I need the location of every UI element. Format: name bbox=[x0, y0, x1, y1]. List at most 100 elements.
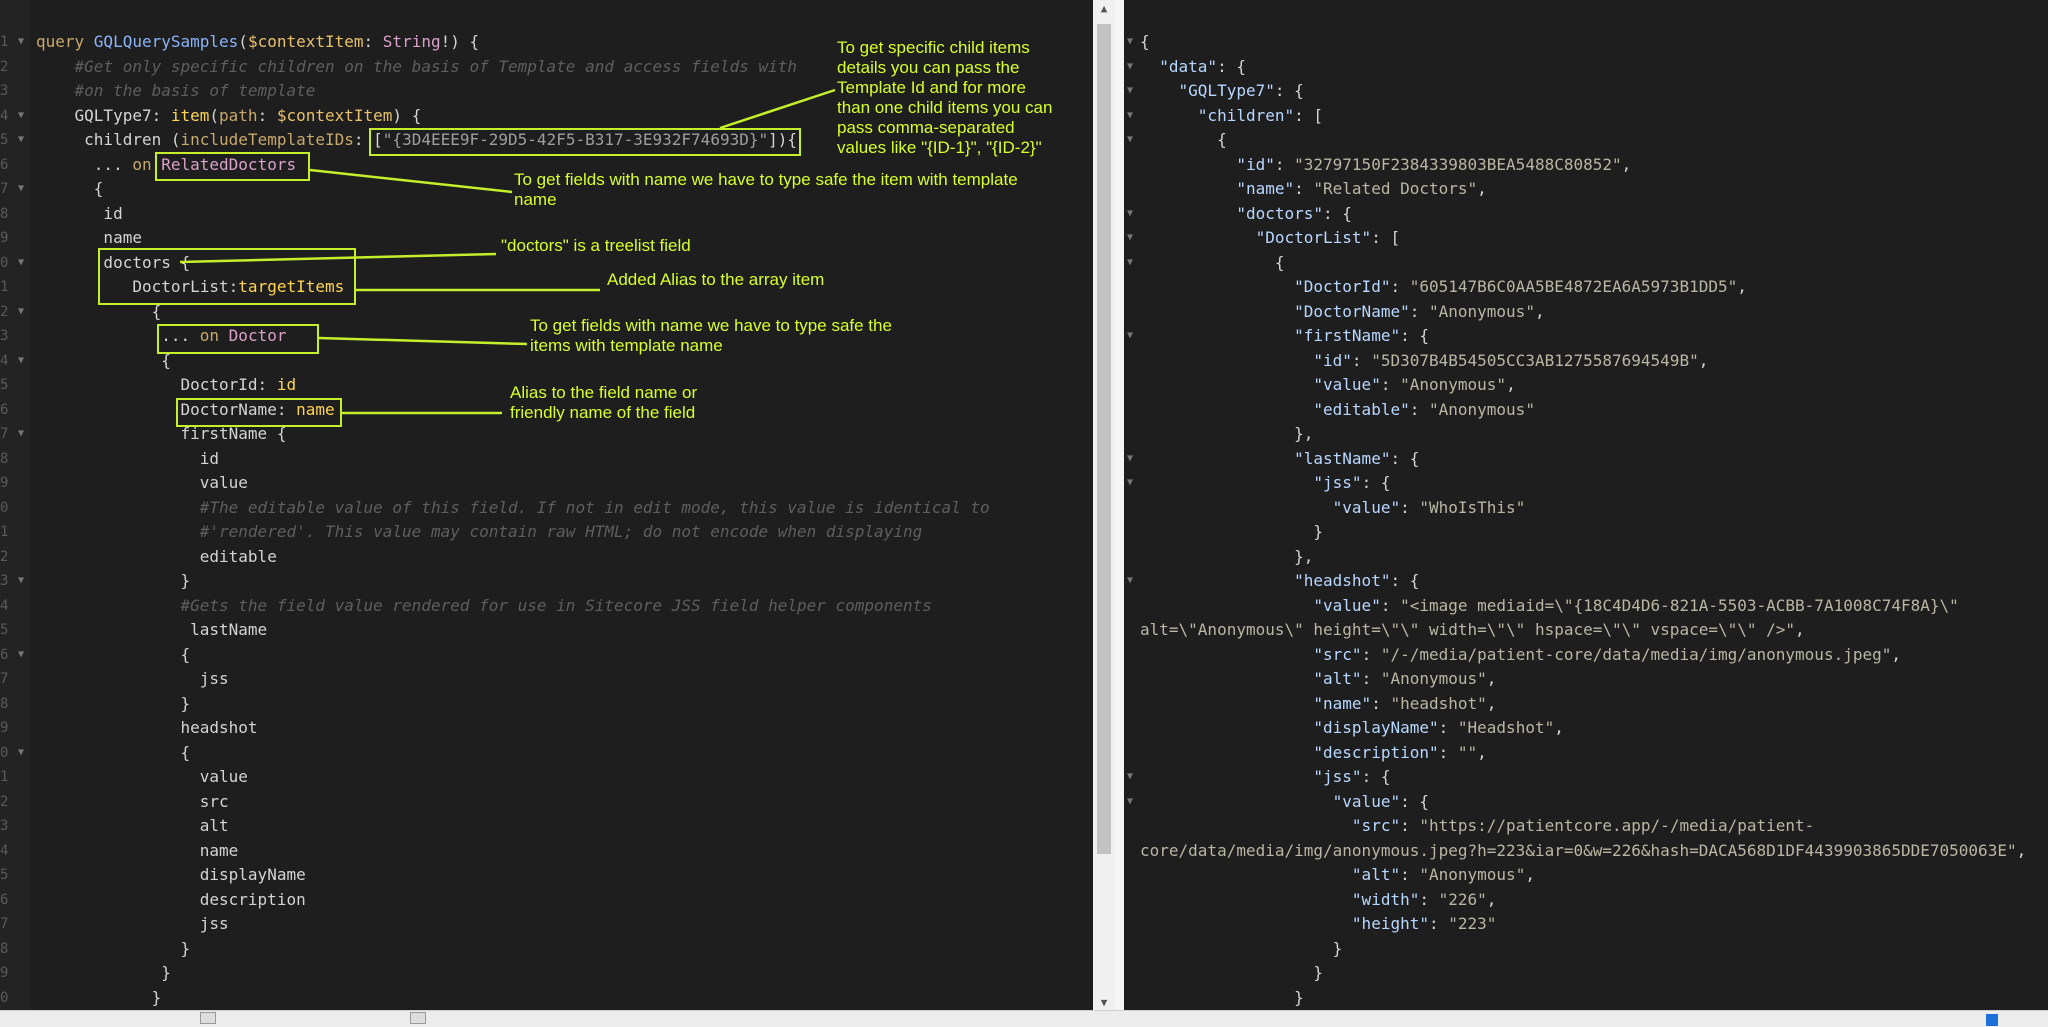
code-token: : { bbox=[1361, 767, 1391, 786]
scroll-up-arrow-icon[interactable]: ▲ bbox=[1093, 2, 1115, 15]
fold-arrow-icon[interactable]: ▼ bbox=[1124, 202, 1136, 227]
result-line: { bbox=[1140, 30, 2026, 55]
code-token: } bbox=[36, 571, 191, 590]
scrollbar-thumb[interactable] bbox=[1097, 24, 1111, 854]
fold-arrow-icon[interactable]: ▼ bbox=[18, 128, 24, 153]
code-token: , bbox=[1486, 669, 1497, 688]
fold-arrow-icon[interactable]: ▼ bbox=[1124, 79, 1136, 104]
result-line: "width": "226", bbox=[1140, 888, 2026, 913]
line-number: 2 bbox=[0, 548, 9, 565]
fold-arrow-icon[interactable]: ▼ bbox=[1124, 471, 1136, 496]
code-token: "https://patientcore.app/-/media/patient… bbox=[1419, 816, 1815, 835]
result-line: "alt": "Anonymous", bbox=[1140, 863, 2026, 888]
result-line: "DoctorList": [ bbox=[1140, 226, 2026, 251]
result-line: "DoctorId": "605147B6C0AA5BE4872EA6A5973… bbox=[1140, 275, 2026, 300]
code-token: : bbox=[1390, 277, 1410, 296]
code-token: "description" bbox=[1313, 742, 1439, 762]
code-token: jss bbox=[36, 669, 229, 688]
line-number: 6 bbox=[0, 891, 9, 908]
fold-arrow-icon[interactable]: ▼ bbox=[1124, 569, 1136, 594]
code-token: , bbox=[1486, 693, 1497, 713]
pane-splitter[interactable] bbox=[1115, 0, 1124, 1010]
fold-arrow-icon[interactable]: ▼ bbox=[18, 349, 24, 374]
fold-arrow-icon[interactable]: ▼ bbox=[18, 177, 24, 202]
query-line: editable bbox=[36, 545, 990, 570]
result-line: "src": "https://patientcore.app/-/media/… bbox=[1140, 814, 2026, 839]
fold-arrow-icon[interactable]: ▼ bbox=[1124, 251, 1136, 276]
fold-arrow-icon[interactable]: ▼ bbox=[1124, 226, 1136, 251]
fold-arrow-icon[interactable]: ▼ bbox=[18, 300, 24, 325]
result-line: "jss": { bbox=[1140, 471, 2026, 496]
line-number: 0 bbox=[0, 499, 9, 516]
fold-arrow-icon[interactable]: ▼ bbox=[18, 251, 24, 276]
line-number: 9 bbox=[0, 475, 9, 491]
code-token: "/-/media/patient-core/data/media/img/an… bbox=[1380, 644, 1892, 664]
scroll-down-arrow-icon[interactable]: ▼ bbox=[1093, 996, 1115, 1009]
line-number: 9 bbox=[0, 720, 9, 736]
line-number: 7 bbox=[0, 916, 9, 932]
fold-arrow-icon[interactable]: ▼ bbox=[18, 104, 24, 129]
fold-arrow-icon[interactable]: ▼ bbox=[18, 422, 24, 447]
fold-arrow-icon[interactable]: ▼ bbox=[18, 741, 24, 766]
fold-arrow-icon[interactable]: ▼ bbox=[1124, 30, 1136, 55]
query-line: #Gets the field value rendered for use i… bbox=[36, 594, 990, 619]
line-number: 0 bbox=[0, 254, 9, 271]
code-token: "doctors" bbox=[1236, 203, 1324, 223]
code-token: "DoctorId" bbox=[1294, 277, 1391, 296]
code-token: "605147B6C0AA5BE4872EA6A5973B1DD5" bbox=[1409, 277, 1738, 296]
fold-arrow-icon[interactable]: ▼ bbox=[18, 569, 24, 594]
code-token: "headshot" bbox=[1390, 693, 1487, 713]
code-token: : bbox=[1438, 718, 1458, 737]
result-line: "doctors": { bbox=[1140, 202, 2026, 227]
line-number: 4 bbox=[0, 352, 9, 369]
result-line: "name": "headshot", bbox=[1140, 692, 2026, 717]
code-token: "displayName" bbox=[1313, 718, 1439, 737]
fold-arrow-icon[interactable]: ▼ bbox=[1124, 790, 1136, 815]
result-line: "data": { bbox=[1140, 55, 2026, 80]
line-number: 2 bbox=[0, 58, 9, 75]
line-number: 3 bbox=[0, 83, 9, 99]
line-number: 8 bbox=[0, 450, 9, 467]
fold-arrow-icon[interactable]: ▼ bbox=[18, 643, 24, 668]
code-token: : [ bbox=[1371, 228, 1401, 247]
result-line: "value": "WhoIsThis" bbox=[1140, 496, 2026, 521]
line-number: 2 bbox=[0, 793, 9, 810]
result-json-code: { "data": { "GQLType7": { "children": [ … bbox=[1140, 30, 2026, 1010]
fold-arrow-icon[interactable]: ▼ bbox=[1124, 324, 1136, 349]
line-number: 7 bbox=[0, 671, 9, 687]
code-token: : bbox=[1380, 595, 1401, 615]
code-token: } bbox=[1140, 938, 1343, 958]
code-token: "src" bbox=[1351, 816, 1401, 835]
line-number: 0 bbox=[0, 744, 9, 761]
code-token: alt bbox=[36, 816, 229, 835]
code-token: "id" bbox=[1313, 350, 1352, 370]
code-token: #Gets the field value rendered for use i… bbox=[36, 595, 932, 615]
fold-arrow-icon[interactable]: ▼ bbox=[1124, 128, 1136, 153]
fold-arrow-icon[interactable]: ▼ bbox=[1124, 55, 1136, 80]
result-line: "height": "223" bbox=[1140, 912, 2026, 937]
code-token: "height" bbox=[1351, 914, 1429, 933]
code-token: core/data/media/img/anonymous.jpeg?h=223… bbox=[1140, 840, 2017, 860]
code-token: { bbox=[1140, 32, 1150, 51]
code-token: "value" bbox=[1313, 375, 1381, 394]
code-token: : bbox=[1274, 154, 1295, 174]
query-line: name bbox=[36, 839, 990, 864]
fold-arrow-icon[interactable]: ▼ bbox=[1124, 765, 1136, 790]
status-bar-button[interactable] bbox=[200, 1012, 216, 1024]
line-number: 9 bbox=[0, 230, 9, 246]
code-token: "headshot" bbox=[1294, 571, 1391, 590]
fold-arrow-icon[interactable]: ▼ bbox=[1124, 447, 1136, 472]
code-token: { bbox=[36, 644, 191, 664]
annotation-alias-array: Added Alias to the array item bbox=[607, 270, 825, 289]
code-token: , bbox=[1621, 154, 1632, 174]
status-bar-button[interactable] bbox=[410, 1012, 426, 1024]
code-token: query bbox=[36, 32, 94, 51]
query-line: { bbox=[36, 741, 990, 766]
code-token: GQLQuerySamples bbox=[93, 32, 239, 51]
fold-arrow-icon[interactable]: ▼ bbox=[1124, 104, 1136, 129]
fold-arrow-icon[interactable]: ▼ bbox=[18, 30, 24, 55]
